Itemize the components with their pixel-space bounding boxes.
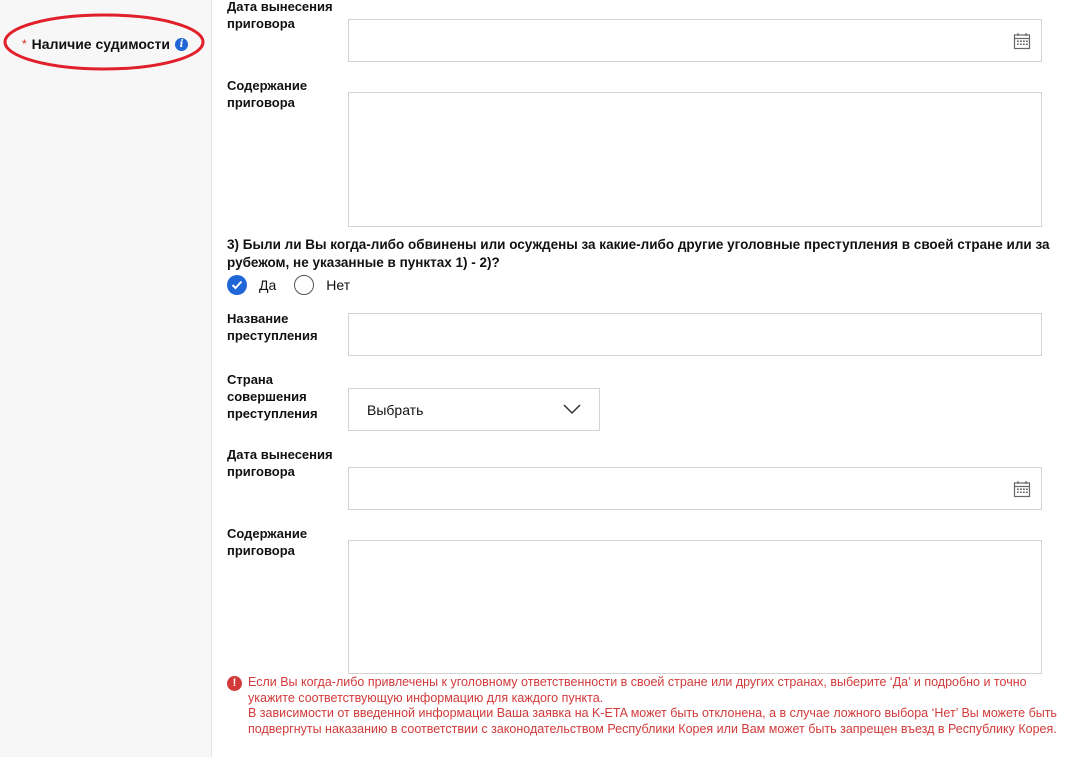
question-3-radio-group: Да Нет <box>227 275 368 295</box>
content-label-3: Содержание приговора <box>227 526 308 558</box>
info-icon[interactable]: i <box>174 37 188 51</box>
calendar-icon[interactable] <box>1013 480 1031 498</box>
content-textarea-2[interactable] <box>348 92 1042 227</box>
date-input-3[interactable] <box>348 467 1042 510</box>
content-textarea-3[interactable] <box>348 540 1042 674</box>
warning-line-2: В зависимости от введенной информации Ва… <box>248 706 1057 736</box>
country-select[interactable]: Выбрать <box>348 388 600 431</box>
section-title-text: Наличие судимости <box>31 36 170 52</box>
country-select-value: Выбрать <box>367 401 424 418</box>
check-icon <box>231 280 243 290</box>
crime-name-input[interactable] <box>348 313 1042 356</box>
warning-message: ! Если Вы когда-либо привлечены к уголов… <box>227 675 1067 737</box>
date-label-3: Дата вынесения приговора <box>227 447 333 479</box>
radio-yes[interactable] <box>227 275 247 295</box>
required-mark: * <box>22 37 27 51</box>
date-input-2[interactable] <box>348 19 1042 62</box>
left-panel <box>0 0 212 757</box>
calendar-icon[interactable] <box>1013 32 1031 50</box>
crime-name-label: Название преступления <box>227 311 318 343</box>
alert-icon: ! <box>227 676 242 691</box>
country-label: Страна совершения преступления <box>227 372 318 421</box>
radio-yes-label[interactable]: Да <box>259 277 276 293</box>
section-title: * Наличие судимости i <box>22 36 188 52</box>
date-label-2: Дата вынесения приговора <box>227 0 333 31</box>
radio-no[interactable] <box>294 275 315 295</box>
radio-no-label[interactable]: Нет <box>326 277 350 293</box>
question-3: 3) Были ли Вы когда-либо обвинены или ос… <box>227 237 1050 270</box>
content-label-2: Содержание приговора <box>227 78 308 110</box>
chevron-down-icon <box>563 404 581 415</box>
warning-line-1: Если Вы когда-либо привлечены к уголовно… <box>248 675 1027 705</box>
